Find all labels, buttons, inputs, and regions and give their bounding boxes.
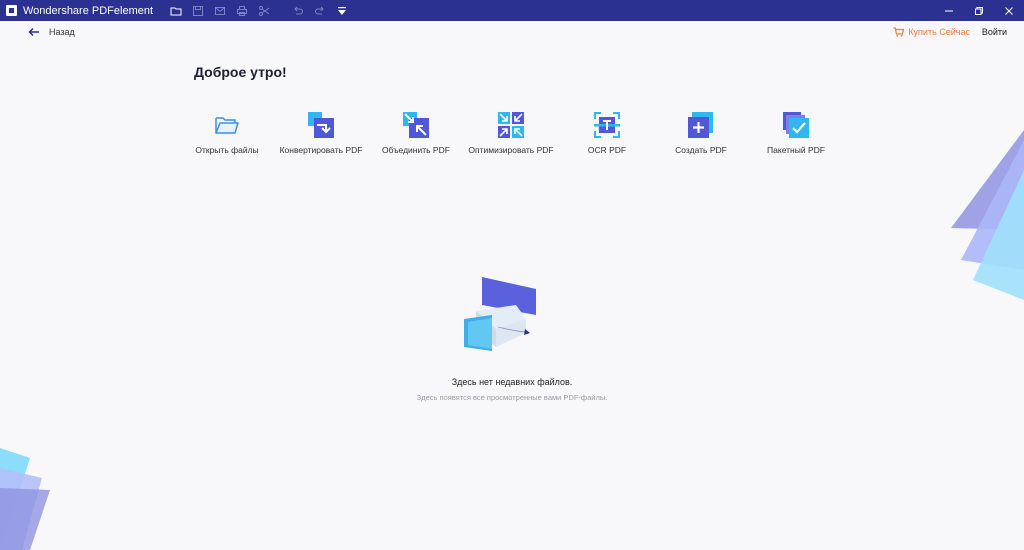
back-button[interactable]: Назад (28, 27, 75, 37)
tool-label: Создать PDF (675, 145, 727, 155)
tool-batch-pdf[interactable]: Пакетный PDF (746, 108, 846, 155)
tool-ocr-pdf[interactable]: OCR PDF (557, 108, 657, 155)
folder-icon[interactable] (168, 3, 184, 19)
tool-label: Открыть файлы (195, 145, 259, 155)
optimize-icon (498, 112, 524, 138)
back-label: Назад (49, 27, 75, 37)
minimize-icon (945, 10, 953, 11)
dropdown-icon[interactable] (334, 3, 350, 19)
tool-open-files[interactable]: Открыть файлы (177, 108, 277, 155)
tool-label: Конвертировать PDF (279, 145, 363, 155)
restore-button[interactable] (964, 0, 994, 21)
app-logo-icon (6, 5, 17, 16)
scissors-icon[interactable] (256, 3, 272, 19)
create-icon (688, 112, 713, 138)
open-folder-icon (215, 117, 239, 134)
buy-now-label: Купить Сейчас (908, 27, 970, 37)
print-icon[interactable] (234, 3, 250, 19)
empty-state-title: Здесь нет недавних файлов. (451, 377, 573, 387)
redo-icon[interactable] (312, 3, 328, 19)
batch-icon (783, 112, 809, 138)
restore-icon (975, 6, 983, 15)
empty-documents-illustration (464, 277, 536, 351)
undo-icon[interactable] (290, 3, 306, 19)
title-bar: Wondershare PDFelement (0, 0, 1024, 21)
combine-icon (403, 112, 429, 138)
cart-icon (893, 27, 905, 37)
tool-create-pdf[interactable]: Создать PDF (651, 108, 751, 155)
tool-combine-pdf[interactable]: Объединить PDF (366, 108, 466, 155)
decorative-shapes-left (0, 448, 50, 550)
buy-now-link[interactable]: Купить Сейчас (893, 27, 970, 37)
tool-label: OCR PDF (587, 145, 627, 155)
tool-convert-pdf[interactable]: Конвертировать PDF (271, 108, 371, 155)
greeting-heading: Доброе утро! (194, 64, 287, 80)
decorative-shapes-right (951, 130, 1024, 300)
tool-label: Объединить PDF (382, 145, 450, 155)
mail-icon[interactable] (212, 3, 228, 19)
tool-optimize-pdf[interactable]: Оптимизировать PDF (461, 108, 561, 155)
arrow-left-icon (28, 27, 39, 37)
tool-label: Оптимизировать PDF (468, 145, 554, 155)
close-button[interactable] (994, 0, 1024, 21)
empty-state-subtitle: Здесь появятся все просмотренные вами PD… (416, 393, 608, 402)
login-link[interactable]: Войти (982, 27, 1007, 37)
app-title: Wondershare PDFelement (23, 4, 154, 17)
tool-label: Пакетный PDF (767, 145, 825, 155)
quick-tools: Открыть файлы Конвертировать PDF Объедин… (0, 108, 1024, 168)
save-icon[interactable] (190, 3, 206, 19)
ocr-icon (594, 112, 620, 138)
close-icon (1005, 6, 1013, 15)
convert-icon (308, 112, 334, 138)
minimize-button[interactable] (934, 0, 964, 21)
